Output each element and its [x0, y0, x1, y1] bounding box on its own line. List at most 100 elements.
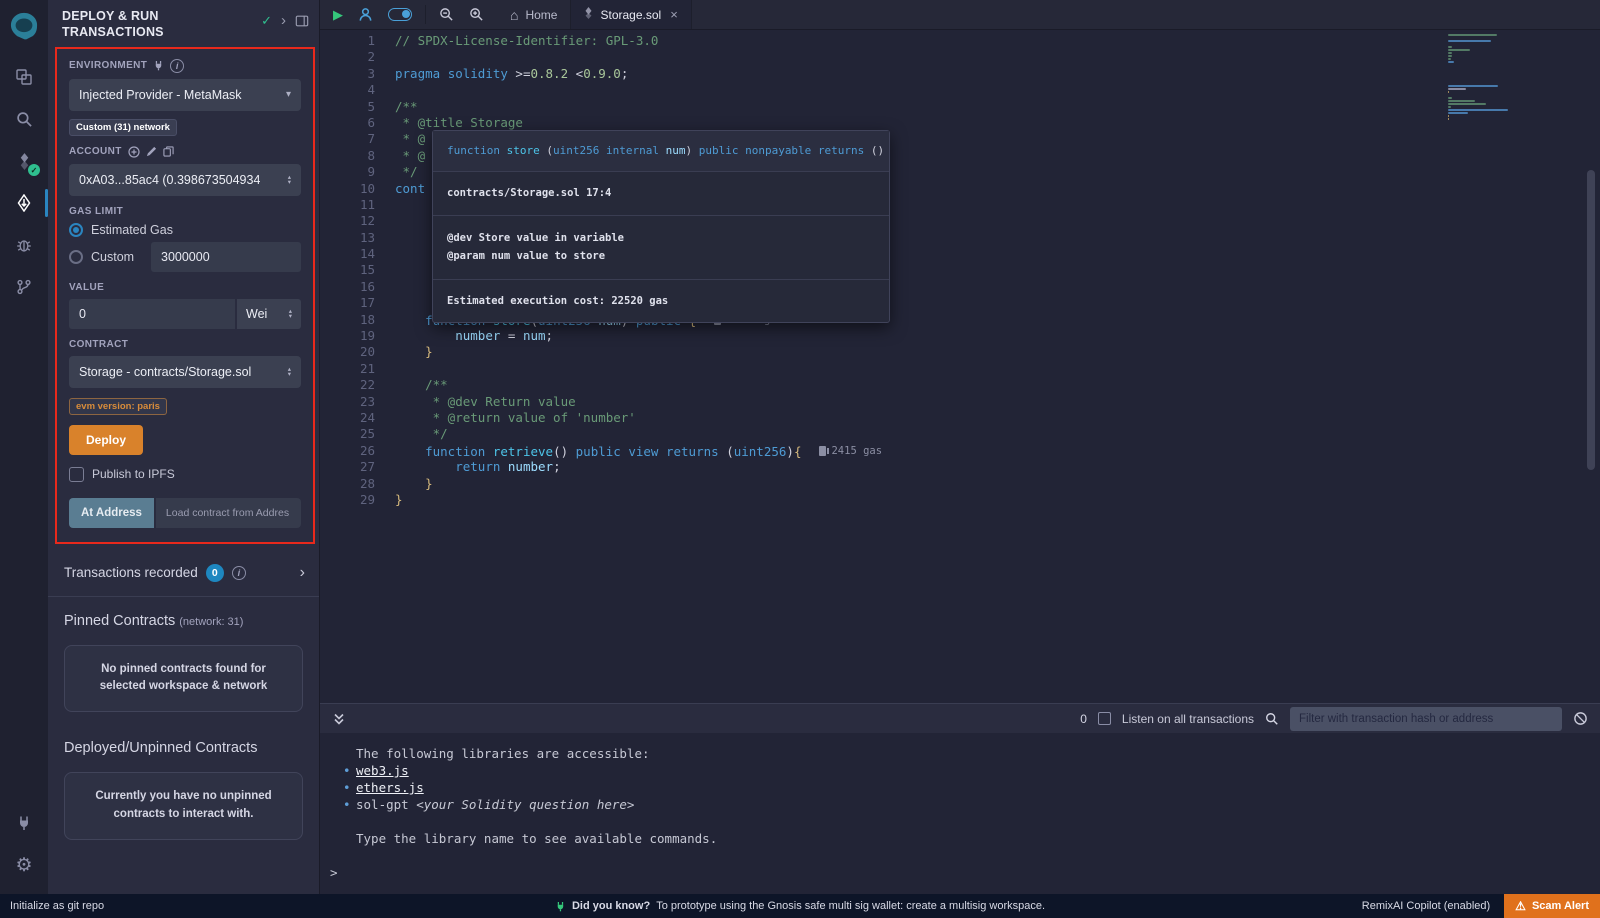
plug-icon[interactable]	[153, 60, 164, 71]
block-icon[interactable]	[1573, 711, 1588, 726]
tooltip-cost: Estimated execution cost: 22520 gas	[433, 280, 889, 322]
accounts-icon[interactable]	[358, 7, 373, 22]
close-tab-icon[interactable]: ×	[670, 7, 678, 22]
warning-icon: ⚠	[1515, 899, 1526, 913]
home-icon: ⌂	[510, 7, 518, 23]
file-explorer-icon[interactable]	[0, 56, 48, 98]
terminal-prompt: >	[320, 864, 1600, 881]
evm-version-badge: evm version: paris	[69, 398, 167, 415]
chevron-right-icon[interactable]: ›	[281, 12, 286, 29]
toggle-icon[interactable]	[388, 8, 412, 21]
deploy-form-highlight: ENVIRONMENT i Injected Provider - MetaMa…	[55, 47, 315, 544]
git-init-status[interactable]: Initialize as git repo	[0, 900, 114, 912]
custom-gas-option[interactable]: Custom	[69, 242, 301, 272]
custom-gas-radio[interactable]	[69, 250, 83, 264]
deployed-contracts-empty: Currently you have no unpinned contracts…	[64, 772, 303, 840]
remix-ide: ✓ ⚙ Deploy & run transactions ✓	[0, 0, 1600, 918]
add-account-icon[interactable]	[128, 146, 140, 158]
run-script-icon[interactable]: ▶	[333, 7, 343, 23]
environment-label: ENVIRONMENT	[69, 60, 147, 71]
code-line: 22 /**	[320, 377, 1440, 393]
remix-logo-icon[interactable]	[0, 6, 48, 46]
account-select[interactable]: 0xA03...85ac4 (0.398673504934 ▴▾	[69, 164, 301, 196]
terminal-line: web3.js	[320, 762, 1600, 779]
chevron-right-icon[interactable]: ›	[300, 564, 305, 582]
code-editor[interactable]: 1// SPDX-License-Identifier: GPL-3.023pr…	[320, 30, 1600, 703]
terminal-filter-input[interactable]	[1290, 707, 1562, 731]
estimated-gas-option[interactable]: Estimated Gas	[69, 223, 301, 237]
tip-text: To prototype using the Gnosis safe multi…	[656, 900, 1045, 912]
zoom-out-icon[interactable]	[439, 7, 454, 22]
custom-gas-input[interactable]	[151, 242, 301, 272]
zoom-in-icon[interactable]	[469, 7, 484, 22]
collapse-terminal-icon[interactable]	[332, 712, 346, 726]
did-you-know-tip: Did you know? To prototype using the Gno…	[555, 900, 1045, 912]
contract-label: CONTRACT	[69, 339, 128, 350]
code-line: 6 * @title Storage	[320, 115, 1440, 131]
gas-pump-icon	[819, 446, 826, 456]
listen-transactions-label: Listen on all transactions	[1122, 712, 1254, 726]
updown-caret-icon: ▴▾	[289, 309, 292, 319]
plugin-manager-icon[interactable]	[0, 802, 48, 844]
copy-icon[interactable]	[163, 146, 174, 157]
at-address-input[interactable]	[156, 498, 301, 528]
updown-caret-icon: ▴▾	[288, 175, 291, 185]
code-line: 24 * @return value of 'number'	[320, 410, 1440, 426]
compile-success-badge: ✓	[28, 164, 40, 176]
code-line: 1// SPDX-License-Identifier: GPL-3.0	[320, 33, 1440, 49]
code-line: 27 return number;	[320, 459, 1440, 475]
editor-scrollbar[interactable]	[1587, 170, 1595, 470]
environment-select[interactable]: Injected Provider - MetaMask ▾	[69, 79, 301, 111]
tip-title: Did you know?	[572, 900, 650, 912]
debugger-icon[interactable]	[0, 224, 48, 266]
estimated-gas-radio[interactable]	[69, 223, 83, 237]
activity-bar: ✓ ⚙	[0, 0, 48, 894]
listen-transactions-checkbox[interactable]	[1098, 712, 1111, 725]
tooltip-signature: function store (uint256 internal num) pu…	[433, 131, 889, 172]
transactions-recorded[interactable]: Transactions recorded 0 i ›	[48, 552, 319, 594]
transactions-label: Transactions recorded	[64, 565, 198, 580]
tab-storage-sol[interactable]: Storage.sol ×	[571, 0, 691, 29]
pin-panel-icon[interactable]	[295, 14, 309, 28]
value-unit-select[interactable]: Wei ▴▾	[237, 299, 301, 329]
search-icon[interactable]	[0, 98, 48, 140]
deploy-run-icon[interactable]	[0, 182, 48, 224]
terminal-header: 0 Listen on all transactions	[320, 703, 1600, 733]
code-line: 29}	[320, 492, 1440, 508]
status-bar: Initialize as git repo Did you know? To …	[0, 894, 1600, 918]
info-icon[interactable]: i	[170, 59, 184, 73]
value-input[interactable]	[69, 299, 235, 329]
minimap[interactable]	[1448, 34, 1558, 120]
tooltip-doc: @dev Store value in variable@param num v…	[433, 216, 889, 280]
account-label: ACCOUNT	[69, 146, 122, 157]
check-icon: ✓	[261, 13, 272, 29]
panel-title: Deploy & run transactions	[62, 8, 261, 41]
info-icon[interactable]: i	[232, 566, 246, 580]
code-line: 3pragma solidity >=0.8.2 <0.9.0;	[320, 66, 1440, 82]
settings-icon[interactable]: ⚙	[0, 844, 48, 886]
copilot-status[interactable]: RemixAI Copilot (enabled)	[1362, 900, 1490, 912]
code-line: 19 number = num;	[320, 328, 1440, 344]
search-icon[interactable]	[1265, 712, 1279, 726]
terminal-output[interactable]: The following libraries are accessible:w…	[320, 733, 1600, 894]
edit-icon[interactable]	[146, 146, 157, 157]
contract-select[interactable]: Storage - contracts/Storage.sol ▴▾	[69, 356, 301, 388]
contract-value: Storage - contracts/Storage.sol	[79, 365, 251, 379]
publish-ipfs-checkbox[interactable]	[69, 467, 84, 482]
deploy-button[interactable]: Deploy	[69, 425, 143, 455]
terminal-line: ethers.js	[320, 779, 1600, 796]
tab-home[interactable]: ⌂ Home	[497, 0, 571, 29]
code-line: 25 */	[320, 426, 1440, 442]
at-address-button[interactable]: At Address	[69, 498, 154, 528]
panel-header: Deploy & run transactions ✓ ›	[48, 0, 319, 41]
code-line: 28 }	[320, 476, 1440, 492]
chevron-down-icon: ▾	[286, 89, 291, 100]
publish-ipfs-option[interactable]: Publish to IPFS	[69, 467, 301, 482]
code-line: 21	[320, 361, 1440, 377]
scam-alert-badge[interactable]: ⚠ Scam Alert	[1504, 894, 1600, 918]
terminal-line: Type the library name to see available c…	[320, 830, 1600, 847]
deployed-contracts-title: Deployed/Unpinned Contracts	[48, 724, 319, 760]
terminal-line	[320, 847, 1600, 864]
git-icon[interactable]	[0, 266, 48, 308]
solidity-compiler-icon[interactable]: ✓	[0, 140, 48, 182]
